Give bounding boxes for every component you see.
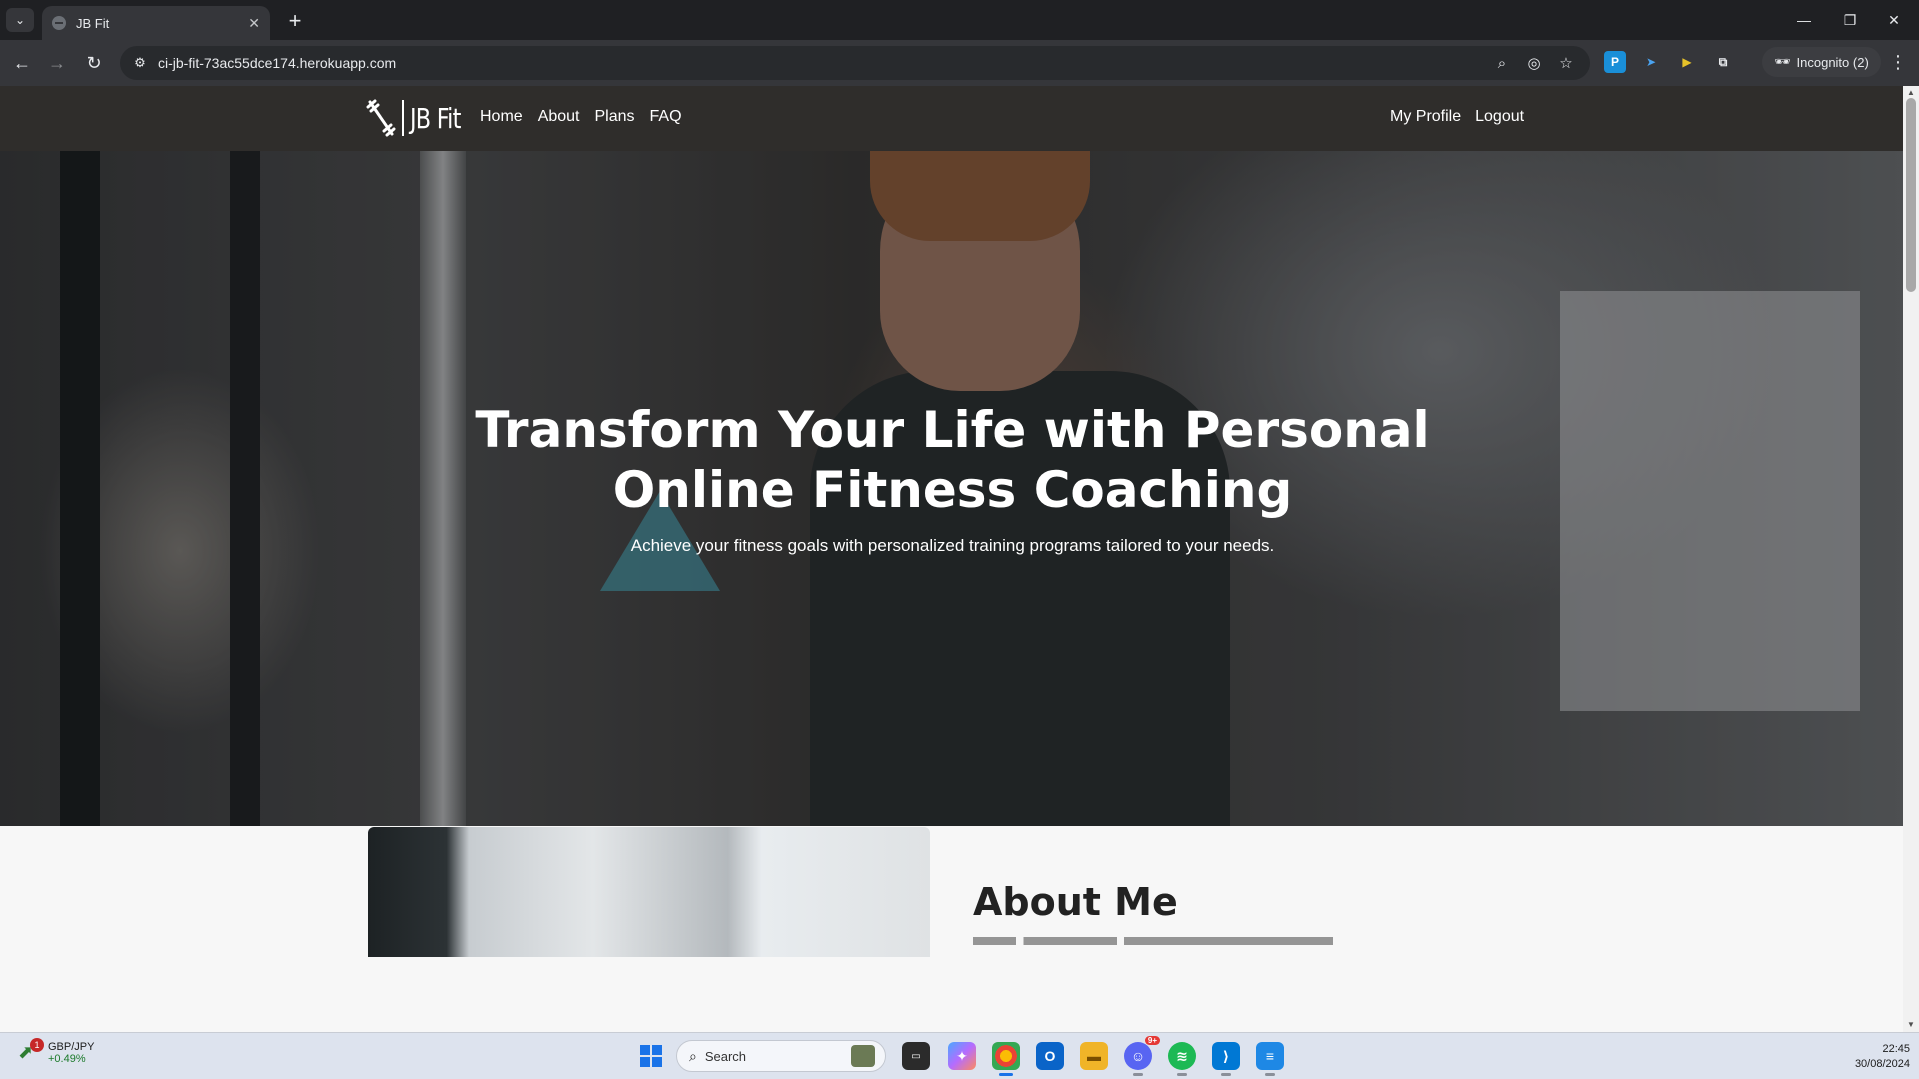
- address-bar[interactable]: ⚙ ci-jb-fit-73ac55dce174.herokuapp.com ⌕…: [120, 46, 1590, 80]
- about-text-cutoff: [973, 937, 1333, 945]
- nav-plans[interactable]: Plans: [595, 108, 635, 126]
- widget-change: +0.49%: [48, 1053, 86, 1065]
- copilot-icon[interactable]: ✦: [948, 1042, 976, 1070]
- extension-p-icon[interactable]: P: [1604, 51, 1626, 73]
- forward-button[interactable]: →: [45, 51, 69, 75]
- reload-button[interactable]: ↻: [82, 51, 106, 75]
- windows-logo-icon: [640, 1045, 650, 1055]
- incognito-label: Incognito (2): [1796, 54, 1869, 70]
- widget-name: GBP/JPY: [48, 1041, 95, 1053]
- about-photo-person: [908, 947, 930, 957]
- plus-icon: +: [288, 8, 302, 33]
- chevron-down-icon: ⌄: [14, 13, 26, 27]
- tab-search-button[interactable]: ⌄: [6, 8, 34, 32]
- browser-menu-icon[interactable]: ⋮: [1888, 50, 1908, 74]
- back-button[interactable]: ←: [10, 51, 34, 75]
- search-highlight-icon: [851, 1045, 875, 1067]
- notepad-icon[interactable]: ≡: [1256, 1042, 1284, 1076]
- discord-indicator: [1133, 1073, 1143, 1076]
- system-clock[interactable]: 22:45 30/08/2024: [1820, 1042, 1910, 1072]
- main-nav: Home About Plans FAQ: [480, 108, 682, 126]
- search-label: Search: [704, 1048, 747, 1064]
- minimize-icon: —: [1797, 12, 1811, 28]
- start-button[interactable]: [640, 1045, 662, 1067]
- extensions-puzzle-icon[interactable]: ⧉: [1712, 51, 1734, 73]
- minimize-button[interactable]: —: [1782, 8, 1826, 32]
- spotify-indicator: [1177, 1073, 1187, 1076]
- page-scrollbar[interactable]: ▲ ▼: [1903, 86, 1919, 1032]
- hero-section: Transform Your Life with Personal Online…: [0, 151, 1903, 826]
- account-nav: My Profile Logout: [1390, 108, 1524, 126]
- scroll-down-arrow[interactable]: ▼: [1906, 1020, 1916, 1030]
- close-window-button[interactable]: ✕: [1872, 8, 1916, 32]
- discord-badge: 9+: [1144, 1036, 1160, 1045]
- nav-my-profile[interactable]: My Profile: [1390, 108, 1461, 126]
- close-tab-icon[interactable]: ✕: [248, 15, 260, 32]
- scroll-thumb[interactable]: [1906, 98, 1916, 292]
- arrow-right-icon: →: [48, 52, 66, 73]
- chart-up-icon: ⬈ 1: [18, 1038, 44, 1064]
- zoom-icon[interactable]: ⌕: [1490, 51, 1514, 75]
- incognito-icon: 🕶: [1774, 54, 1791, 69]
- hero-subtitle: Achieve your fitness goals with personal…: [630, 536, 1275, 555]
- taskbar: ⬈ 1 GBP/JPY +0.49% ⌕ Search ▭ ✦ O ▬ ☺ 9+ ≋…: [0, 1032, 1919, 1079]
- search-icon: ⌕: [689, 1047, 697, 1064]
- nav-about[interactable]: About: [538, 108, 580, 126]
- vscode-indicator: [1221, 1073, 1231, 1076]
- logo-divider: [402, 100, 404, 136]
- notepad-indicator: [1265, 1073, 1275, 1076]
- logo-text: JB Fit: [410, 101, 461, 135]
- browser-toolbar: ← → ↻ ⚙ ci-jb-fit-73ac55dce174.herokuapp…: [0, 40, 1919, 86]
- reload-icon: ↻: [86, 52, 102, 73]
- tab-title: JB Fit: [76, 15, 110, 31]
- nav-home[interactable]: Home: [480, 108, 523, 126]
- tab-strip: ⌄ JB Fit ✕ + — ❐ ✕: [0, 0, 1919, 40]
- star-icon[interactable]: ☆: [1554, 51, 1578, 75]
- taskbar-search[interactable]: ⌕ Search: [676, 1040, 886, 1072]
- nav-logout[interactable]: Logout: [1475, 108, 1524, 126]
- site-info-icon[interactable]: ⚙: [128, 51, 152, 75]
- eye-off-icon[interactable]: ◎: [1522, 51, 1546, 75]
- browser-tab[interactable]: JB Fit ✕: [42, 6, 270, 40]
- about-image: [368, 827, 930, 957]
- chrome-active-indicator: [999, 1073, 1013, 1076]
- restore-icon: ❐: [1843, 11, 1857, 28]
- about-title: About Me: [973, 880, 1178, 924]
- file-explorer-icon[interactable]: ▬: [1080, 1042, 1108, 1070]
- nav-faq[interactable]: FAQ: [650, 108, 682, 126]
- spotify-icon[interactable]: ≋: [1168, 1042, 1196, 1076]
- close-icon: ✕: [1888, 11, 1900, 28]
- extension-arrow-icon[interactable]: ➤: [1640, 51, 1662, 73]
- widget-badge: 1: [30, 1038, 44, 1052]
- incognito-indicator[interactable]: 🕶 Incognito (2): [1762, 47, 1881, 77]
- scroll-up-arrow[interactable]: ▲: [1906, 88, 1916, 98]
- site-logo[interactable]: JB Fit: [366, 98, 473, 138]
- page-viewport: JB Fit Home About Plans FAQ My Profile L…: [0, 86, 1919, 1032]
- url-text[interactable]: ci-jb-fit-73ac55dce174.herokuapp.com: [158, 55, 396, 71]
- stock-widget[interactable]: ⬈ 1 GBP/JPY +0.49%: [18, 1038, 95, 1065]
- chrome-icon[interactable]: [992, 1042, 1020, 1076]
- restore-button[interactable]: ❐: [1828, 8, 1872, 32]
- hero-title: Transform Your Life with Personal Online…: [475, 401, 1430, 519]
- clock-time: 22:45: [1882, 1043, 1910, 1055]
- discord-icon[interactable]: ☺ 9+: [1124, 1036, 1160, 1076]
- outlook-icon[interactable]: O: [1036, 1042, 1064, 1070]
- dumbbell-icon: [366, 99, 396, 137]
- arrow-left-icon: ←: [13, 52, 31, 73]
- new-tab-button[interactable]: +: [282, 8, 308, 34]
- site-navbar: JB Fit Home About Plans FAQ My Profile L…: [0, 86, 1903, 151]
- vscode-icon[interactable]: ⟩: [1212, 1042, 1240, 1076]
- globe-icon: [52, 16, 66, 30]
- task-view-icon[interactable]: ▭: [902, 1042, 930, 1070]
- extension-play-icon[interactable]: ▶: [1676, 51, 1698, 73]
- clock-date: 30/08/2024: [1854, 1058, 1910, 1070]
